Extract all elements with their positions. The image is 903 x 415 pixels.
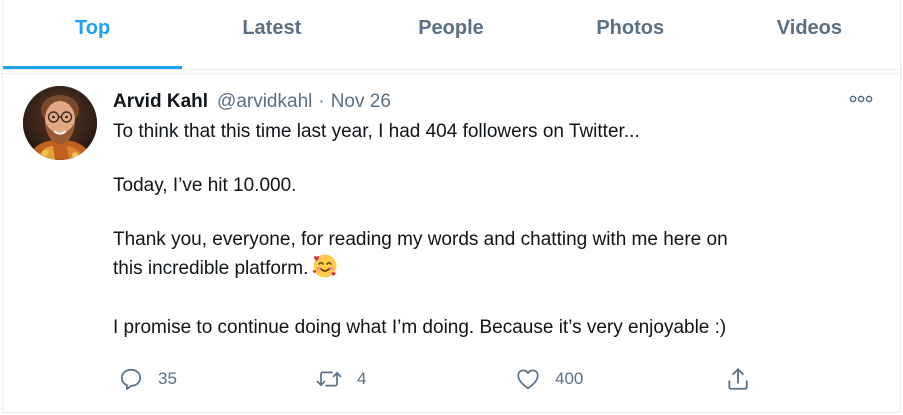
tweet-paragraph: Today, I’ve hit 10.000. [113,175,297,196]
share-icon [725,366,751,392]
retweet-button[interactable]: 4 [315,366,366,392]
tweet-actions: 35 4 400 [113,366,773,396]
tab-photos-label: Photos [596,17,665,39]
tweet-body: Arvid Kahl @arvidkahl · Nov 26 To think … [113,89,853,341]
heart-icon [515,366,541,392]
tweet-paragraph: I promise to continue doing what I’m doi… [113,317,727,338]
tab-videos-label: Videos [776,17,843,39]
reply-button[interactable]: 35 [118,366,177,392]
tweet-paragraph: this incredible platform. [113,253,853,287]
avatar-image [23,86,97,160]
retweet-icon [315,366,343,392]
smiling-face-with-hearts-emoji [312,253,338,287]
tweet[interactable]: Arvid Kahl @arvidkahl · Nov 26 To think … [3,74,899,412]
avatar[interactable] [23,86,97,160]
tweet-text: To think that this time last year, I had… [113,119,853,341]
more-options-button[interactable] [845,88,877,112]
like-button[interactable]: 400 [515,366,583,392]
tab-latest-label: Latest [242,17,302,39]
tweet-line: Thank you, everyone, for reading my word… [113,229,728,250]
tab-people[interactable]: People [361,0,540,69]
tweet-paragraph: Thank you, everyone, for reading my word… [113,227,853,253]
like-count: 400 [555,369,584,388]
search-tabs: Top Latest People Photos Videos [3,0,899,70]
tab-latest[interactable]: Latest [182,0,361,69]
author-handle[interactable]: @arvidkahl [217,89,312,115]
tweet-paragraph: To think that this time last year, I had… [113,121,640,142]
retweet-count: 4 [357,369,367,388]
tweet-line: this incredible platform. [113,258,309,279]
reply-icon [118,366,144,392]
tab-top[interactable]: Top [3,0,183,69]
tab-videos[interactable]: Videos [720,0,899,69]
tweet-timestamp[interactable]: Nov 26 [331,89,391,115]
header-separator: · [318,91,325,112]
tab-photos[interactable]: Photos [541,0,720,69]
author-name[interactable]: Arvid Kahl [113,89,208,115]
more-dots-icon [848,91,874,109]
tab-top-label: Top [75,17,111,39]
share-button[interactable] [725,366,751,392]
reply-count: 35 [158,369,177,388]
tweet-header: Arvid Kahl @arvidkahl · Nov 26 [113,89,853,115]
tab-people-label: People [418,17,484,39]
